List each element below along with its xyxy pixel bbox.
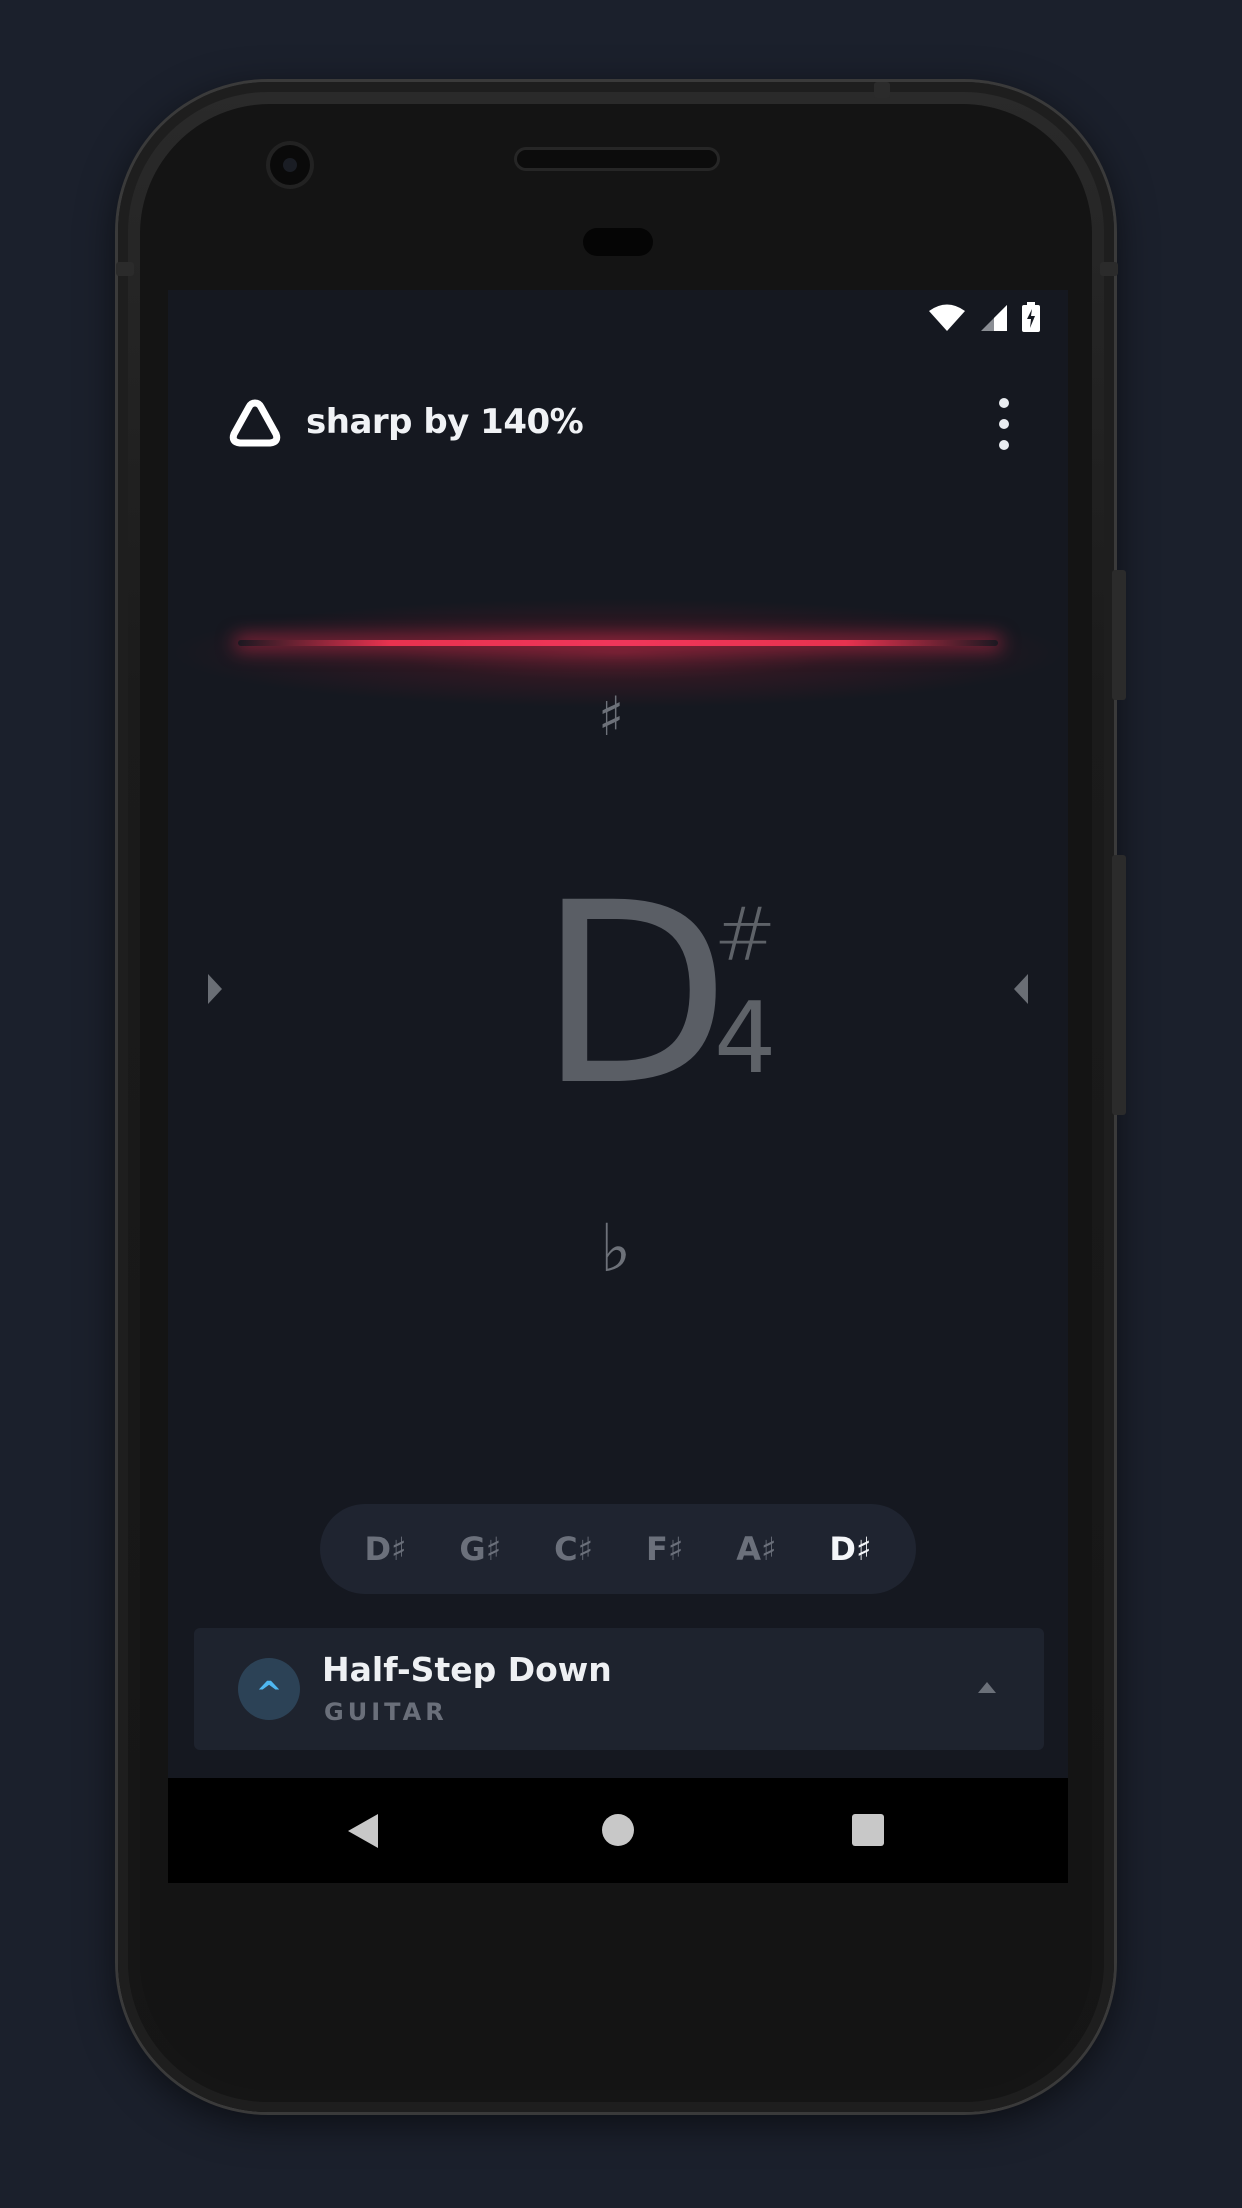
proximity-sensor — [583, 228, 653, 256]
volume-button — [1112, 855, 1126, 1115]
system-nav-bar — [168, 1778, 1068, 1883]
tuning-name: Half-Step Down — [322, 1650, 612, 1689]
side-notch-right-top — [1100, 262, 1118, 276]
string-item-active[interactable]: D♯ — [829, 1530, 871, 1568]
top-notch — [874, 82, 890, 98]
tuning-instrument: GUITAR — [324, 1698, 448, 1726]
app-title: sharp by 140% — [306, 402, 584, 442]
battery-charging-icon — [1022, 302, 1040, 332]
home-icon[interactable] — [602, 1814, 634, 1846]
string-item[interactable]: D♯ — [364, 1530, 406, 1568]
right-arrow-icon — [1014, 974, 1028, 1004]
side-notch-left-top — [116, 262, 134, 276]
power-button — [1112, 570, 1126, 700]
expand-up-icon[interactable] — [978, 1682, 996, 1693]
cellular-signal-icon — [981, 305, 1007, 331]
status-bar — [168, 290, 1068, 340]
earpiece-speaker — [517, 150, 717, 168]
triangle-logo-icon[interactable] — [228, 398, 282, 448]
sharp-direction-mark: ♯ — [598, 685, 625, 748]
front-camera — [270, 145, 310, 185]
app-screen: sharp by 140% ♯ D # 4 ♭ D♯ G♯ C♯ F♯ A♯ D… — [168, 290, 1068, 1778]
string-item[interactable]: A♯ — [736, 1530, 776, 1568]
more-vert-icon[interactable] — [992, 398, 1016, 450]
string-selector: D♯ G♯ C♯ F♯ A♯ D♯ — [320, 1504, 916, 1594]
string-item[interactable]: G♯ — [459, 1530, 501, 1568]
note-accidental: # — [714, 892, 777, 978]
back-icon[interactable] — [348, 1814, 378, 1848]
tuning-selector[interactable]: ^ Half-Step Down GUITAR — [194, 1628, 1044, 1750]
tuning-chevron-up-icon: ^ — [238, 1658, 300, 1720]
note-octave: 4 — [714, 982, 777, 1096]
flat-direction-mark: ♭ — [600, 1210, 632, 1287]
string-item[interactable]: C♯ — [554, 1530, 593, 1568]
tuning-icon-glyph: ^ — [255, 1674, 283, 1712]
pitch-indicator-line — [238, 640, 998, 646]
left-arrow-icon — [208, 974, 222, 1004]
string-item[interactable]: F♯ — [646, 1530, 683, 1568]
wifi-icon — [929, 304, 965, 331]
note-letter: D — [538, 849, 731, 1140]
recents-icon[interactable] — [852, 1814, 884, 1846]
app-bar: sharp by 140% — [168, 390, 1068, 462]
